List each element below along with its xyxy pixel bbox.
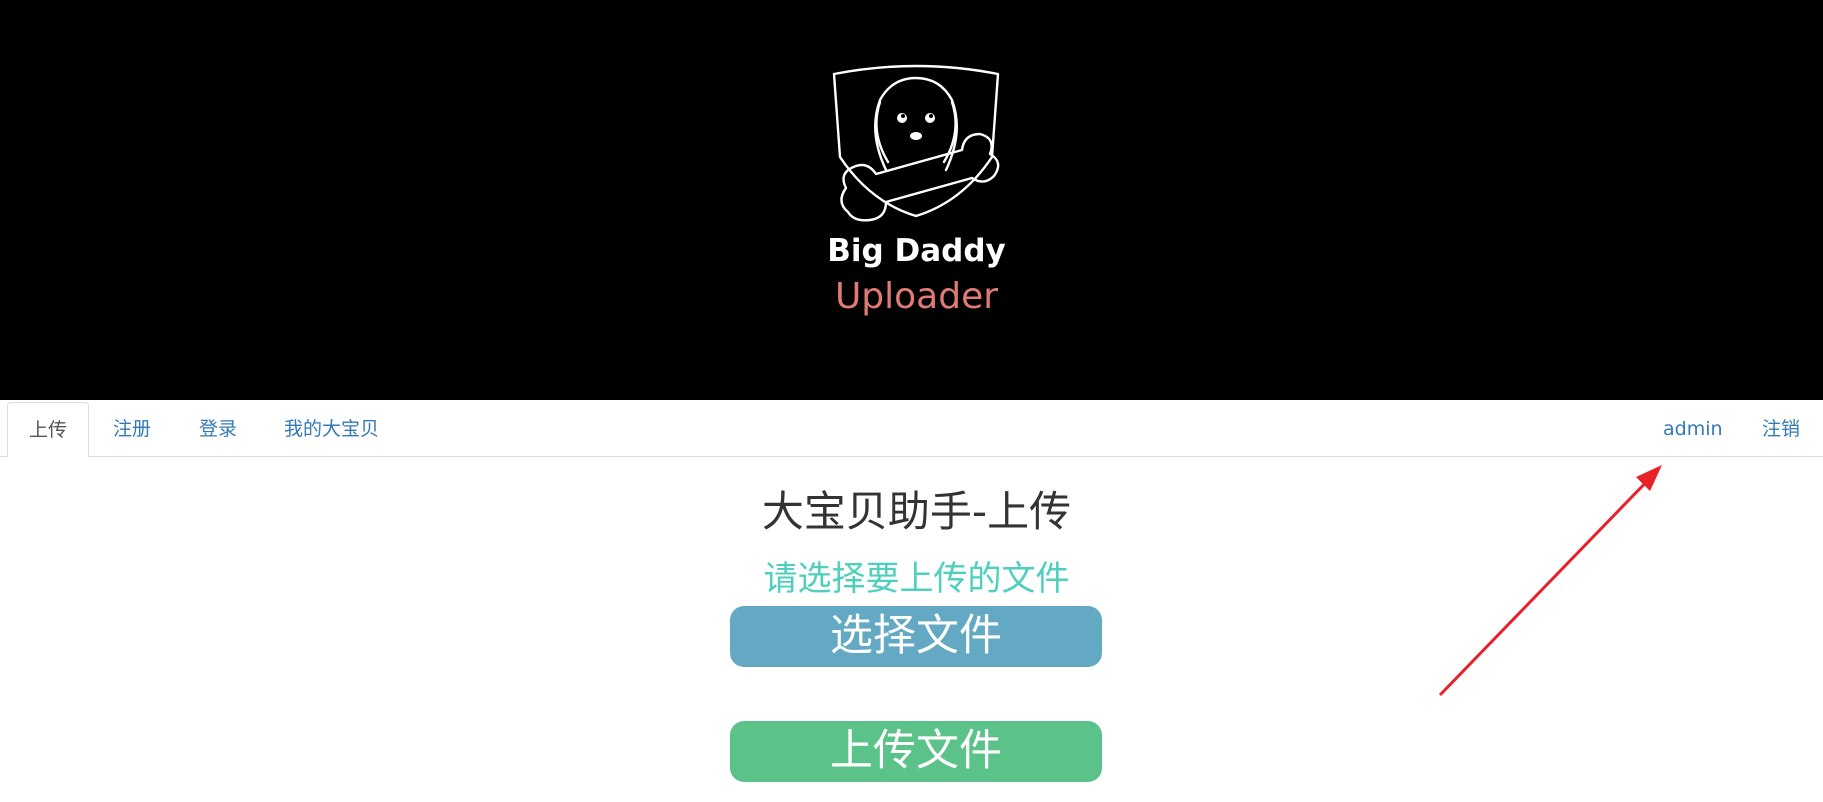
red-arrow-annotation-icon xyxy=(1438,465,1662,697)
nav-logout[interactable]: 注销 xyxy=(1762,402,1800,457)
nav-tab-my-treasures[interactable]: 我的大宝贝 xyxy=(284,402,379,457)
nav-tab-login[interactable]: 登录 xyxy=(199,402,237,457)
brand-title: Big Daddy xyxy=(827,233,1006,269)
choose-file-button[interactable]: 选择文件 xyxy=(730,606,1102,667)
brand-subtitle: Uploader xyxy=(834,276,999,317)
dog-logo-icon xyxy=(832,64,1000,222)
top-navbar: 上传 注册 登录 我的大宝贝 admin 注销 xyxy=(0,400,1823,458)
upload-file-button[interactable]: 上传文件 xyxy=(730,721,1102,782)
nav-tab-register[interactable]: 注册 xyxy=(113,402,151,457)
nav-user-admin[interactable]: admin xyxy=(1663,402,1723,457)
header-banner: Big Daddy Uploader xyxy=(0,0,1823,400)
nav-tab-upload[interactable]: 上传 xyxy=(7,402,90,458)
